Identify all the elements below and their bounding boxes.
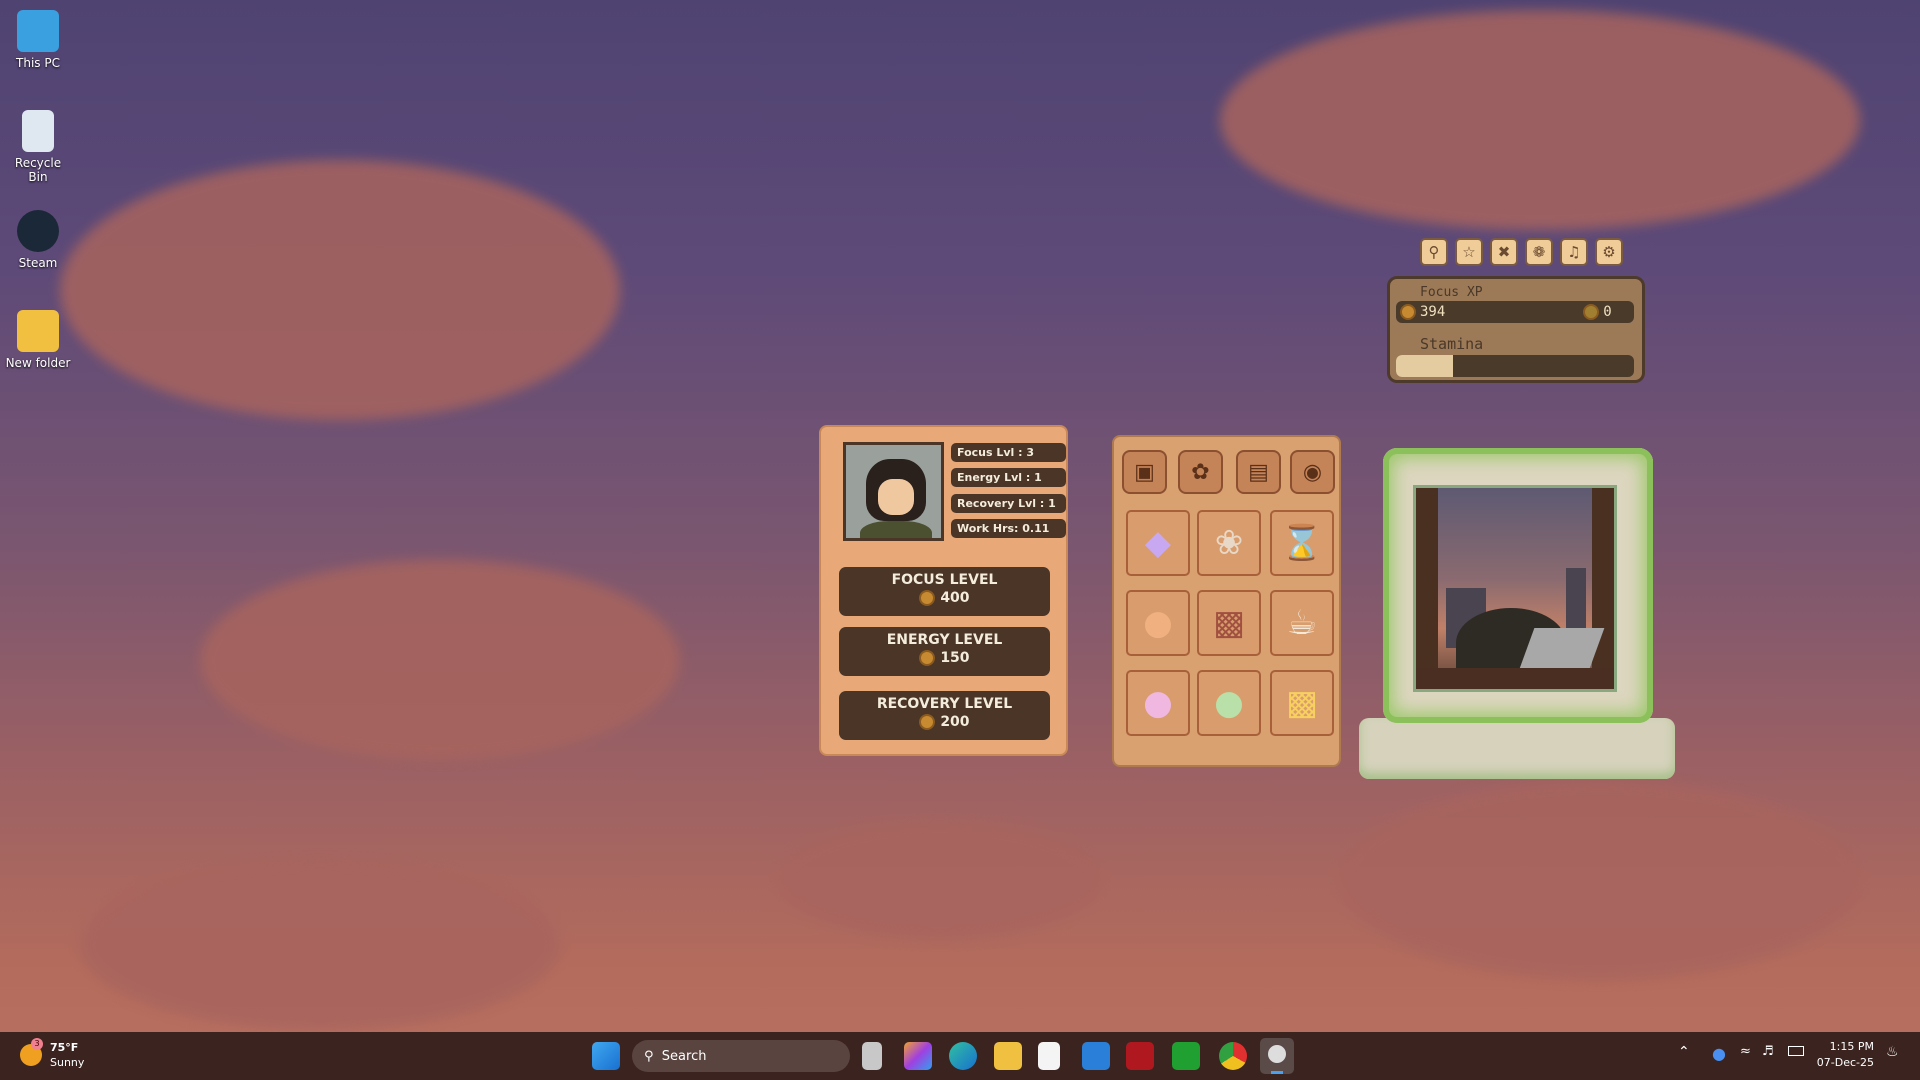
- level-cost: 400: [940, 590, 969, 606]
- work-hrs-stat: Work Hrs: 0.11: [951, 519, 1066, 538]
- item-crystal[interactable]: ◆: [1126, 510, 1190, 576]
- xbox-icon[interactable]: [1172, 1042, 1200, 1070]
- coin-icon: [919, 590, 935, 606]
- weather-desc: Sunny: [50, 1056, 84, 1069]
- cloud: [200, 560, 680, 760]
- chevron-up-icon[interactable]: ⌃: [1678, 1044, 1690, 1060]
- tools-icon[interactable]: ✖: [1490, 238, 1518, 266]
- file-explorer-icon[interactable]: [994, 1042, 1022, 1070]
- stamina-label: Stamina: [1420, 335, 1483, 353]
- item-jam-jar[interactable]: ▩: [1197, 590, 1261, 656]
- item-sprout-blob[interactable]: ●: [1197, 670, 1261, 736]
- notification-bell-icon[interactable]: ♨: [1886, 1044, 1899, 1060]
- desktop-icon-this-pc[interactable]: This PC: [4, 10, 72, 70]
- stamina-bar: [1396, 355, 1634, 377]
- steam-icon: [17, 210, 59, 252]
- store-icon[interactable]: [1038, 1042, 1060, 1070]
- scene-frame: [1383, 448, 1653, 723]
- icon-label: This PC: [16, 56, 60, 70]
- start-button[interactable]: [592, 1042, 620, 1070]
- level-cost: 200: [940, 714, 969, 730]
- focus-xp-panel: Focus XP 394 0 Stamina: [1387, 276, 1645, 383]
- coin-icon[interactable]: ◉: [1290, 450, 1335, 494]
- folder-icon: [17, 310, 59, 352]
- desktop-icon-recycle-bin[interactable]: Recycle Bin: [4, 110, 72, 184]
- picture-icon[interactable]: ▤: [1236, 450, 1281, 494]
- recycle-bin-icon: [22, 110, 54, 152]
- search-placeholder: Search: [662, 1049, 707, 1064]
- character-portrait: [843, 442, 944, 541]
- energy-lvl-stat: Energy Lvl : 1: [951, 468, 1066, 487]
- secondary-value: 0: [1603, 304, 1611, 320]
- level-label: FOCUS LEVEL: [839, 572, 1050, 588]
- volume-icon[interactable]: ♬: [1762, 1044, 1774, 1059]
- xp-bar: 394 0: [1396, 301, 1634, 323]
- cloud: [1340, 780, 1860, 980]
- focus-app-icon[interactable]: [1260, 1038, 1294, 1074]
- icon-label: Steam: [19, 256, 58, 270]
- red-app-icon[interactable]: [1126, 1042, 1154, 1070]
- desktop-icon-steam[interactable]: Steam: [4, 210, 72, 270]
- energy-level-button[interactable]: ENERGY LEVEL 150: [839, 627, 1050, 676]
- gear-icon[interactable]: ⚙: [1595, 238, 1623, 266]
- music-icon[interactable]: ♫: [1560, 238, 1588, 266]
- battery-icon[interactable]: [1788, 1046, 1804, 1056]
- monitor-icon: [17, 10, 59, 52]
- recovery-lvl-stat: Recovery Lvl : 1: [951, 494, 1066, 513]
- item-latte[interactable]: ☕: [1270, 590, 1334, 656]
- coin-icon: [1400, 304, 1416, 320]
- focus-level-button[interactable]: FOCUS LEVEL 400: [839, 567, 1050, 616]
- gear-coin-icon: [1583, 304, 1599, 320]
- wheel-icon[interactable]: ❁: [1525, 238, 1553, 266]
- focus-xp-label: Focus XP: [1420, 285, 1483, 300]
- item-mochi-stack[interactable]: ●: [1126, 590, 1190, 656]
- character-panel: Focus Lvl : 3 Energy Lvl : 1 Recovery Lv…: [819, 425, 1068, 756]
- weather-temp: 75°F: [50, 1041, 78, 1054]
- level-label: RECOVERY LEVEL: [839, 696, 1050, 712]
- level-cost: 150: [940, 650, 969, 666]
- item-bunny[interactable]: ❀: [1197, 510, 1261, 576]
- widget-toolbar: ⚲ ☆ ✖ ❁ ♫ ⚙: [1420, 238, 1623, 266]
- icon-label: New folder: [6, 356, 71, 370]
- cloud: [780, 820, 1100, 940]
- cloud: [1220, 10, 1860, 230]
- cloud: [60, 160, 620, 420]
- star-icon[interactable]: ☆: [1455, 238, 1483, 266]
- chrome-icon[interactable]: [1219, 1042, 1247, 1070]
- inventory-panel: ▣ ✿ ▤ ◉ ◆ ❀ ⌛ ● ▩ ☕ ● ● ▩: [1112, 435, 1341, 767]
- item-candy-jar[interactable]: ▩: [1270, 670, 1334, 736]
- weather-badge: 3: [31, 1038, 43, 1050]
- clock-date[interactable]: 07-Dec-25: [1812, 1056, 1874, 1069]
- taskbar: 3 75°F Sunny ⚲ Search ⌃ ● ≈ ♬ 1:15 PM 07…: [0, 1032, 1920, 1080]
- paw-icon[interactable]: ✿: [1178, 450, 1223, 494]
- cloud: [80, 860, 560, 1030]
- copilot-icon[interactable]: [904, 1042, 932, 1070]
- item-hourglass[interactable]: ⌛: [1270, 510, 1334, 576]
- coin-icon: [919, 714, 935, 730]
- focus-lvl-stat: Focus Lvl : 3: [951, 443, 1066, 462]
- frame-base: [1359, 718, 1675, 779]
- recovery-level-button[interactable]: RECOVERY LEVEL 200: [839, 691, 1050, 740]
- level-label: ENERGY LEVEL: [839, 632, 1050, 648]
- search-box[interactable]: ⚲ Search: [632, 1040, 850, 1072]
- item-potion[interactable]: ●: [1126, 670, 1190, 736]
- task-view-icon[interactable]: [862, 1042, 882, 1070]
- coin-icon: [919, 650, 935, 666]
- icon-label: Recycle Bin: [15, 156, 61, 184]
- stamina-fill: [1396, 355, 1453, 377]
- desktop-icon-new-folder[interactable]: New folder: [4, 310, 72, 370]
- edge-icon[interactable]: [949, 1042, 977, 1070]
- xp-value: 394: [1420, 304, 1445, 320]
- box-icon[interactable]: ▣: [1122, 450, 1167, 494]
- microphone-icon[interactable]: ●: [1712, 1044, 1726, 1063]
- wifi-icon[interactable]: ≈: [1740, 1044, 1751, 1059]
- search-icon: ⚲: [644, 1049, 654, 1064]
- clock-time[interactable]: 1:15 PM: [1812, 1040, 1874, 1053]
- lofi-scene: [1413, 485, 1617, 692]
- bag-icon[interactable]: ⚲: [1420, 238, 1448, 266]
- outlook-icon[interactable]: [1082, 1042, 1110, 1070]
